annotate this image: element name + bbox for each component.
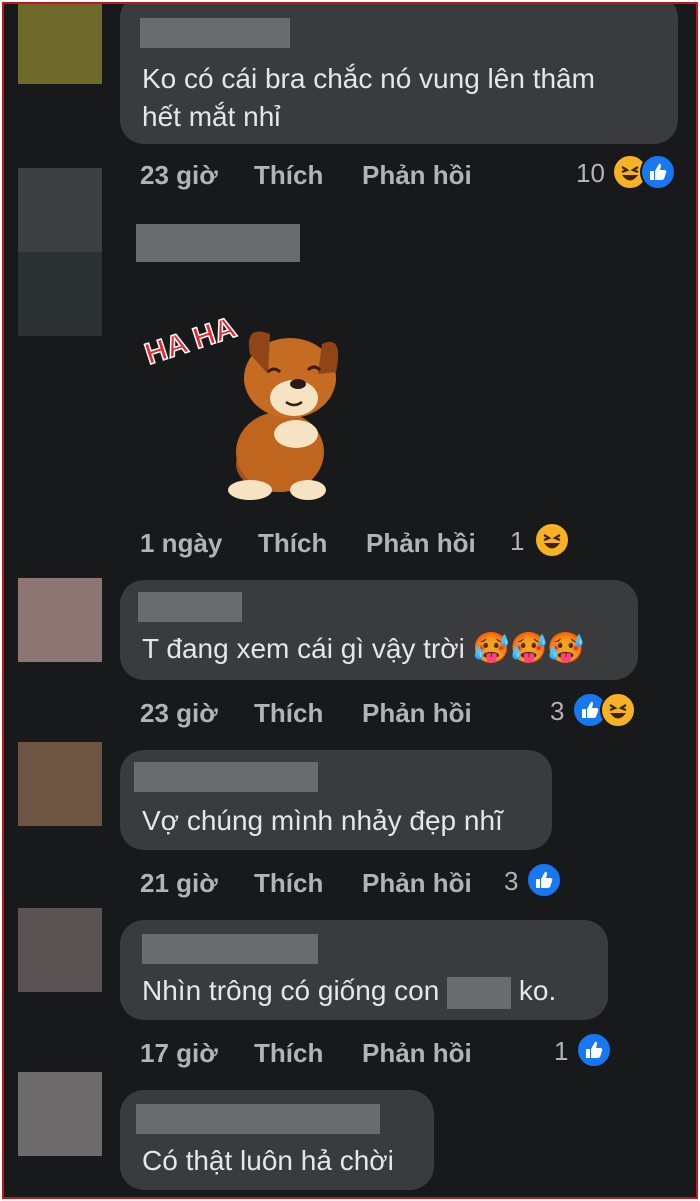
like-link[interactable]: Thích [254, 160, 323, 191]
reply-link[interactable]: Phản hồi [362, 698, 472, 729]
blurred-author-name[interactable] [142, 934, 318, 964]
comment-list: Ko có cái bra chắc nó vung lên thâm hết … [2, 2, 698, 1199]
comment-text: Vợ chúng mình nhảy đẹp nhĩ [142, 805, 503, 836]
blurred-word [447, 976, 512, 1009]
laughing-dog-sticker: HA HA [140, 294, 360, 514]
comment-actions: 1 ngày Thích Phản hồi [140, 522, 660, 562]
reaction-count: 3 [504, 866, 519, 896]
comment-bubble: Vợ chúng mình nhảy đẹp nhĩ [120, 750, 552, 850]
reaction-summary[interactable]: 10 [576, 154, 682, 190]
blurred-author-name[interactable] [140, 18, 290, 48]
reaction-summary[interactable]: 1 [554, 1032, 614, 1068]
haha-icon [534, 522, 570, 558]
comment-text: hết mắt nhỉ [142, 101, 281, 132]
reaction-count: 3 [550, 696, 565, 726]
reaction-summary[interactable]: 1 [510, 522, 580, 558]
timestamp[interactable]: 17 giờ [140, 1038, 218, 1069]
like-link[interactable]: Thích [254, 698, 323, 729]
like-icon [576, 1032, 612, 1068]
comment-text: Có thật luôn hả chời [142, 1145, 394, 1176]
avatar[interactable] [18, 742, 102, 826]
reaction-count: 1 [554, 1036, 569, 1066]
avatar[interactable] [18, 578, 102, 662]
like-icon [526, 862, 562, 898]
hot-face-emoji: 🥵🥵🥵 [472, 632, 585, 665]
reply-link[interactable]: Phản hồi [362, 868, 472, 899]
reply-link[interactable]: Phản hồi [366, 528, 476, 559]
comment-bubble: Có thật luôn hả chời [120, 1090, 434, 1190]
like-link[interactable]: Thích [258, 528, 327, 559]
blurred-author-name[interactable] [138, 592, 242, 622]
haha-icon [600, 692, 636, 728]
timestamp[interactable]: 23 giờ [140, 698, 218, 729]
reaction-summary[interactable]: 3 [550, 692, 642, 728]
like-icon [640, 154, 676, 190]
avatar[interactable] [18, 168, 102, 336]
blurred-author-name[interactable] [134, 762, 318, 792]
comment-bubble: Nhìn trông có giống con ko. [120, 920, 608, 1020]
avatar[interactable] [18, 1072, 102, 1156]
timestamp[interactable]: 21 giờ [140, 868, 218, 899]
comment-bubble: Ko có cái bra chắc nó vung lên thâm hết … [120, 4, 678, 144]
comment-text: Ko có cái bra chắc nó vung lên thâm [142, 63, 595, 94]
reaction-count: 10 [576, 158, 605, 188]
comment-text: T đang xem cái gì vậy trời 🥵🥵🥵 [142, 632, 585, 665]
comment-actions: 21 giờ Thích Phản hồi [140, 862, 660, 902]
reply-link[interactable]: Phản hồi [362, 1038, 472, 1069]
avatar[interactable] [18, 4, 102, 84]
timestamp[interactable]: 1 ngày [140, 528, 222, 559]
sticker-ha-text: HA HA [141, 311, 240, 371]
like-link[interactable]: Thích [254, 1038, 323, 1069]
blurred-author-name[interactable] [136, 224, 300, 262]
blurred-author-name[interactable] [136, 1104, 380, 1134]
reply-link[interactable]: Phản hồi [362, 160, 472, 191]
comment-text: Nhìn trông có giống con ko. [142, 972, 556, 1010]
comment-bubble: T đang xem cái gì vậy trời 🥵🥵🥵 [120, 580, 638, 680]
timestamp[interactable]: 23 giờ [140, 160, 218, 191]
like-link[interactable]: Thích [254, 868, 323, 899]
reaction-summary[interactable]: 3 [504, 862, 564, 898]
reaction-count: 1 [510, 526, 525, 556]
avatar[interactable] [18, 908, 102, 992]
